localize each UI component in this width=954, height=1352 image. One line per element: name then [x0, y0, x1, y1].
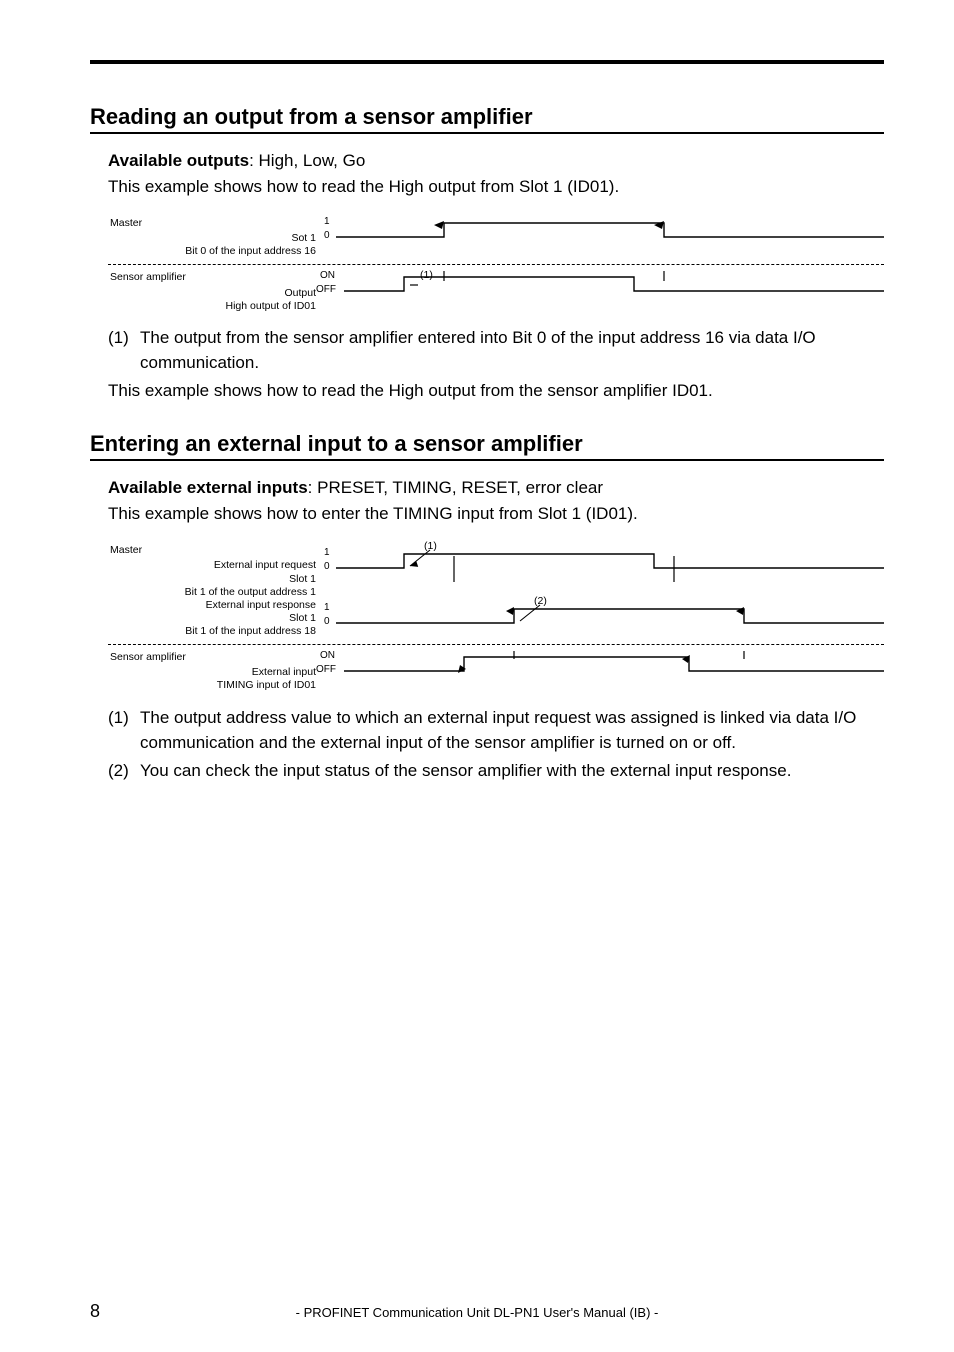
d1-wave-master [324, 217, 884, 251]
section2-intro: This example shows how to enter the TIMI… [108, 504, 638, 523]
d2-req-line1: External input request [108, 559, 316, 572]
d2-master-title: Master [108, 544, 316, 557]
diagram1: Master Sot 1 Bit 0 of the input address … [108, 217, 884, 313]
d1-callout1: (1) [420, 269, 433, 281]
s1-note1-num: (1) [108, 325, 140, 376]
d1-master-title: Master [108, 217, 316, 230]
d2-wave-amp [324, 651, 884, 687]
diagram2: Master External input request Slot 1 Bit… [108, 544, 884, 692]
d2-resp-hi: 1 [324, 602, 330, 613]
s2-note2-num: (2) [108, 758, 140, 784]
footer-text: - PROFINET Communication Unit DL-PN1 Use… [0, 1305, 954, 1320]
d2-amp-title: Sensor amplifier [108, 651, 316, 664]
d2-callout2: (2) [534, 595, 547, 607]
s2-note1-num: (1) [108, 705, 140, 756]
header-rule [90, 60, 884, 64]
section1-intro: This example shows how to read the High … [108, 177, 619, 196]
d1-master-line2: Bit 0 of the input address 16 [108, 245, 316, 258]
d2-resp-line1: External input response [108, 599, 316, 612]
d2-amp-line1: External input [108, 666, 316, 679]
d2-resp-line3: Bit 1 of the input address 18 [108, 625, 316, 638]
s1-note1-text: The output from the sensor amplifier ent… [140, 325, 884, 376]
s1-closing: This example shows how to read the High … [108, 378, 884, 404]
d2-wave-resp [324, 599, 884, 637]
section1-available-label: Available outputs [108, 151, 249, 170]
d2-resp-line2: Slot 1 [108, 612, 316, 625]
d1-master-line1: Sot 1 [108, 232, 316, 245]
d1-amp-hi: ON [320, 270, 335, 281]
section1-underline [90, 132, 884, 134]
d2-callout1: (1) [424, 540, 437, 552]
d2-amp-line2: TIMING input of ID01 [108, 679, 316, 692]
d1-wave-amp [324, 271, 884, 307]
d2-req-lo: 0 [324, 561, 330, 572]
d1-master-lo: 0 [324, 230, 330, 241]
d2-resp-lo: 0 [324, 616, 330, 627]
s2-note2-text: You can check the input status of the se… [140, 758, 884, 784]
section1-heading: Reading an output from a sensor amplifie… [90, 104, 884, 130]
d2-req-line3: Bit 1 of the output address 1 [108, 586, 316, 599]
d1-amp-lo: OFF [316, 284, 336, 295]
d2-amp-lo: OFF [316, 664, 336, 675]
section2-available-label: Available external inputs [108, 478, 308, 497]
d2-wave-req [324, 544, 884, 582]
section2-underline [90, 459, 884, 461]
d2-req-hi: 1 [324, 547, 330, 558]
d1-amp-title: Sensor amplifier [108, 271, 316, 284]
section2-heading: Entering an external input to a sensor a… [90, 431, 884, 457]
d1-master-hi: 1 [324, 216, 330, 227]
d2-req-line2: Slot 1 [108, 573, 316, 586]
d1-amp-line2: High output of ID01 [108, 300, 316, 313]
d1-amp-line1: Output [108, 287, 316, 300]
s2-note1-text: The output address value to which an ext… [140, 705, 884, 756]
section2-available-values: : PRESET, TIMING, RESET, error clear [308, 478, 603, 497]
d2-amp-hi: ON [320, 650, 335, 661]
section1-available-values: : High, Low, Go [249, 151, 365, 170]
